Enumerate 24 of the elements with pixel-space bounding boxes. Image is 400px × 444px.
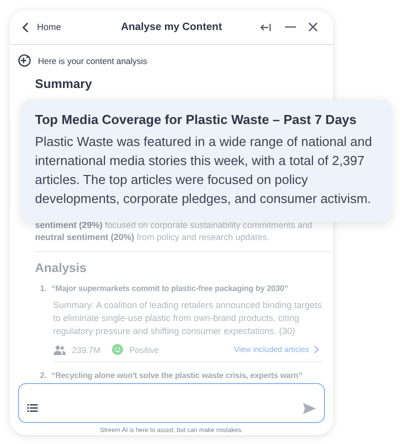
intro-text: Here is your content analysis: [38, 56, 148, 66]
summary-text: sentiment (29%) focused on corporate sustainability commitments and neutral sentiment (20%) from policy and research updates.: [35, 219, 314, 243]
message-input[interactable]: [18, 383, 325, 423]
list-icon[interactable]: [27, 404, 38, 412]
item-number: 2.: [40, 371, 46, 380]
window-title: Analyse my Content: [121, 21, 222, 33]
callout-text: Plastic Waste was featured in a wide range of national and international media stories this week, with a total of 2,397 articles. The top articles were focused on policy developments, corporate pledges, and consumer activism.: [35, 133, 373, 208]
people-icon: [53, 344, 66, 354]
smiley-icon: [112, 344, 124, 355]
sentiment-label: Positive: [129, 344, 160, 354]
callout-title: Top Media Coverage for Plastic Waste – Past 7 Days: [35, 112, 358, 127]
chevron-left-icon: [22, 22, 29, 32]
back-button[interactable]: Home: [22, 22, 62, 32]
article-summary: Summary: A coalition of leading retailers announced binding targets to eliminate single-use plastic from own-brand products, citing regulatory pressure and shifting consumer expectations. (30): [53, 299, 323, 338]
reach-value: 239.7M: [72, 344, 100, 354]
chevron-right-icon: [314, 345, 319, 354]
analysis-heading: Analysis: [35, 261, 88, 275]
collapse-icon[interactable]: [260, 22, 273, 32]
close-icon[interactable]: [308, 22, 318, 32]
minimize-icon[interactable]: [285, 26, 296, 28]
article-title: “Recycling alone won't solve the plastic waste crisis, experts warn”: [51, 371, 302, 380]
summary-heading: Summary: [35, 77, 93, 91]
item-number: 1.: [40, 284, 46, 293]
article-title: “Major supermarkets commit to plastic-free packaging by 2030”: [51, 284, 288, 293]
